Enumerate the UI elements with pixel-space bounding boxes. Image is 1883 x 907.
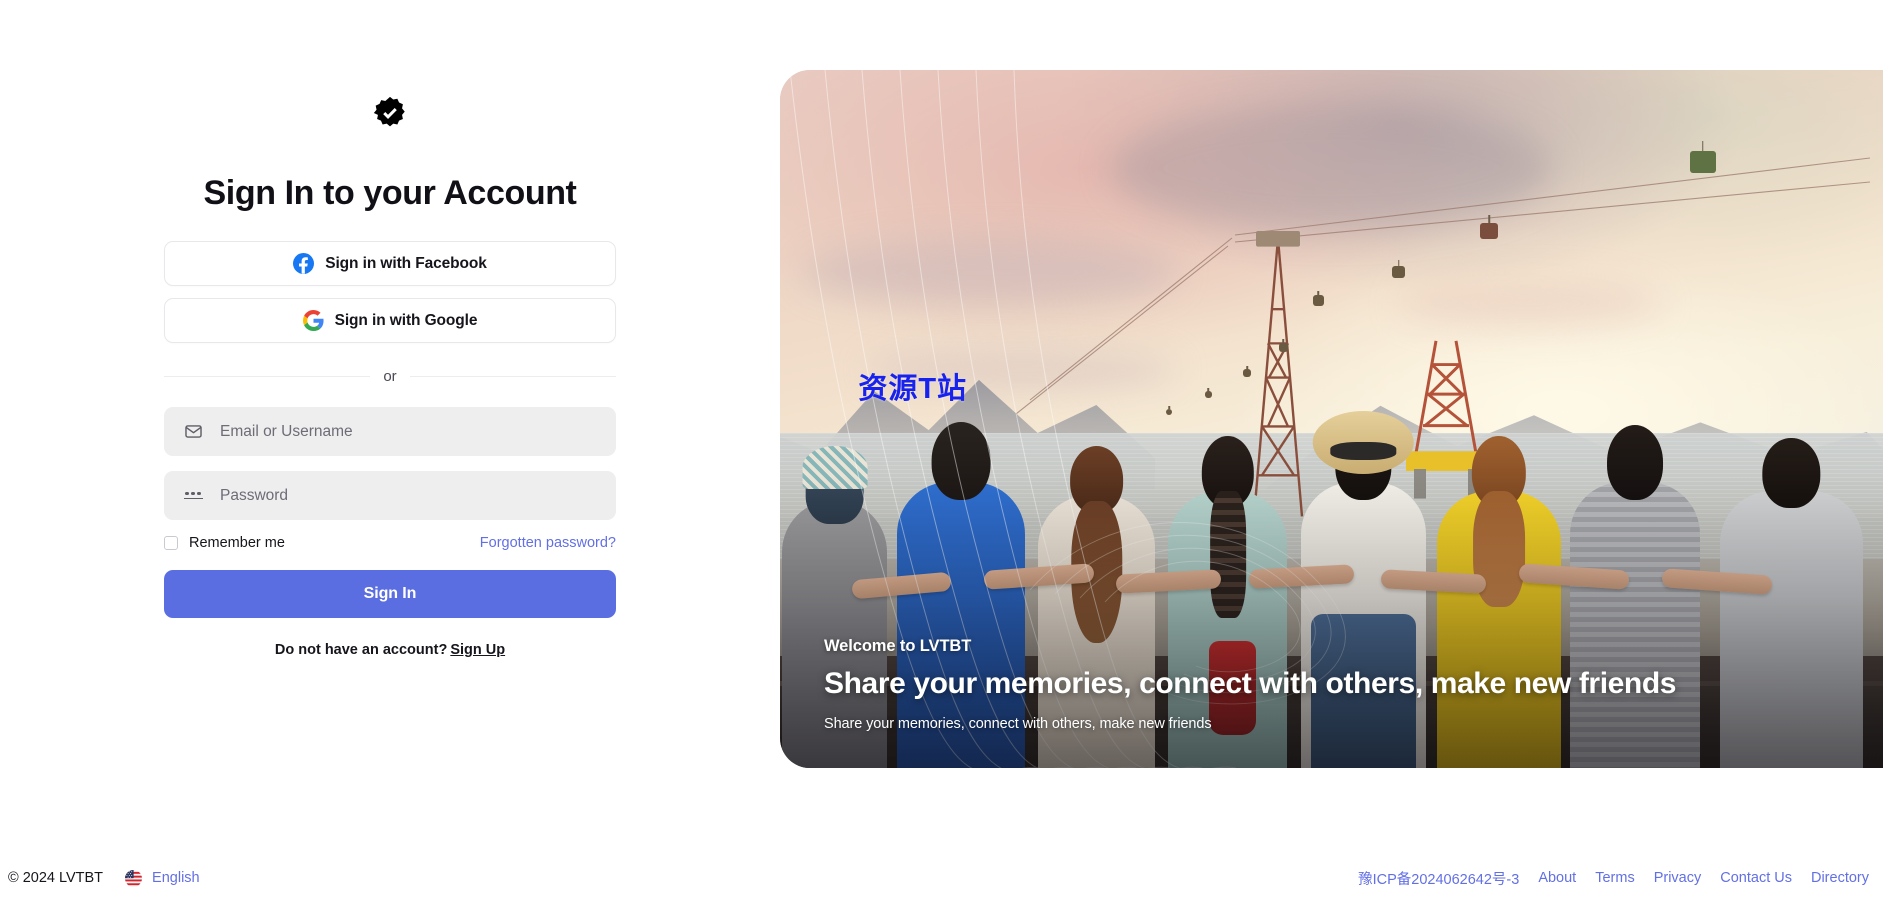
page-title: Sign In to your Account xyxy=(203,174,577,212)
gondola-cabin xyxy=(1392,259,1406,278)
signup-prompt-row: Do not have an account? Sign Up xyxy=(164,642,616,658)
signup-prompt-text: Do not have an account? xyxy=(274,642,448,658)
site-watermark: 资源T站 xyxy=(858,372,968,405)
signup-link[interactable]: Sign Up xyxy=(450,642,505,658)
or-divider: or xyxy=(164,365,616,387)
us-flag-icon xyxy=(125,869,143,887)
email-input[interactable] xyxy=(220,407,616,456)
gondola-cabin xyxy=(1312,290,1324,306)
google-signin-button[interactable]: Sign in with Google xyxy=(164,298,616,343)
remember-me-toggle[interactable]: Remember me xyxy=(164,535,285,551)
hero-subtitle: Share your memories, connect with others… xyxy=(824,716,1212,732)
footer-link-directory[interactable]: Directory xyxy=(1811,870,1869,886)
facebook-signin-button[interactable]: Sign in with Facebook xyxy=(164,241,616,286)
google-icon xyxy=(302,310,324,331)
auth-panel: Sign In to your Account Sign in with Fac… xyxy=(0,0,780,860)
signin-button[interactable]: Sign In xyxy=(164,570,616,618)
copyright-text: © 2024 LVTBT xyxy=(8,870,104,886)
forgotten-password-link[interactable]: Forgotten password? xyxy=(480,535,616,551)
envelope-icon xyxy=(182,421,204,443)
divider-line-left xyxy=(164,375,371,377)
hero-copy: Welcome to LVTBT Share your memories, co… xyxy=(824,637,1843,732)
footer-link-about[interactable]: About xyxy=(1538,870,1576,886)
hero-photo: 资源T站 Welcome to LVTBT Share your memorie… xyxy=(780,70,1883,768)
language-selector[interactable]: English xyxy=(125,869,200,887)
form-options-row: Remember me Forgotten password? xyxy=(164,535,616,551)
language-label: English xyxy=(152,870,200,886)
person-hat-band xyxy=(1330,442,1397,460)
divider-line-right xyxy=(409,375,616,377)
footer-left: © 2024 LVTBT English xyxy=(8,869,200,887)
footer-right: 豫ICP备2024062642号-3 About Terms Privacy C… xyxy=(1358,868,1869,889)
footer-link-privacy[interactable]: Privacy xyxy=(1654,870,1702,886)
hero-headline: Share your memories, connect with others… xyxy=(824,667,1677,700)
password-input[interactable] xyxy=(220,471,616,520)
password-dots-icon xyxy=(182,485,204,507)
gondola-cabin xyxy=(1689,141,1716,174)
facebook-icon xyxy=(293,253,315,274)
remember-me-checkbox[interactable] xyxy=(164,536,178,550)
password-field[interactable] xyxy=(164,471,616,520)
email-field[interactable] xyxy=(164,407,616,456)
signin-page: Sign In to your Account Sign in with Fac… xyxy=(0,0,1883,907)
auth-card: Sign In to your Account Sign in with Fac… xyxy=(164,96,616,658)
divider-label: or xyxy=(383,367,397,385)
footer-link-terms[interactable]: Terms xyxy=(1595,870,1634,886)
page-footer: © 2024 LVTBT English 豫ICP备2024062642号-3 … xyxy=(0,849,1883,907)
brand-logo xyxy=(164,96,616,130)
google-signin-label: Sign in with Google xyxy=(334,311,478,329)
hero-banner: 资源T站 Welcome to LVTBT Share your memorie… xyxy=(780,70,1883,768)
facebook-signin-label: Sign in with Facebook xyxy=(325,254,487,272)
gondola-cabin xyxy=(1480,215,1499,240)
icp-license-link[interactable]: 豫ICP备2024062642号-3 xyxy=(1358,868,1519,889)
remember-me-label: Remember me xyxy=(189,535,285,551)
footer-link-contact-us[interactable]: Contact Us xyxy=(1720,870,1792,886)
hero-eyebrow: Welcome to LVTBT xyxy=(824,637,972,655)
verified-badge-icon xyxy=(373,96,407,130)
